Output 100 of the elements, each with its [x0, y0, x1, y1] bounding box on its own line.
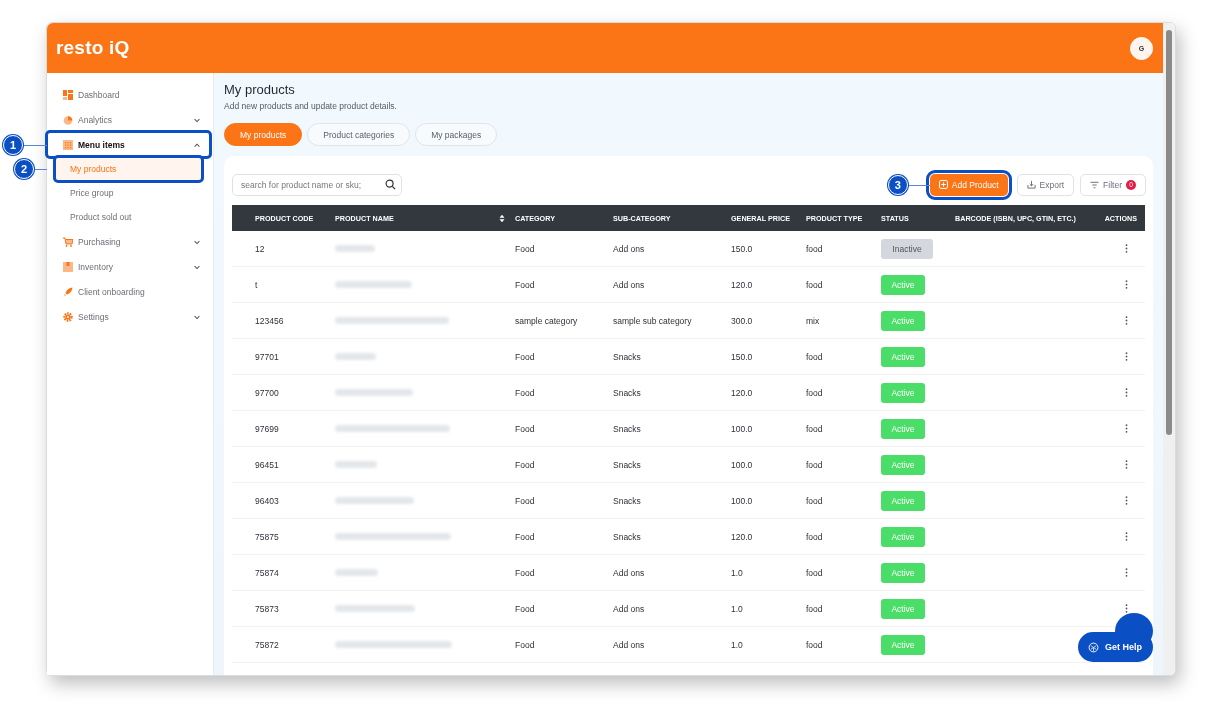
sub-category-cell: Snacks [613, 387, 641, 398]
leader-line [32, 169, 47, 170]
product-type-cell: food [806, 495, 823, 506]
price-cell: 1.0 [731, 603, 743, 614]
price-cell: 120.0 [731, 279, 753, 290]
category-cell: Food [515, 387, 535, 398]
gear-icon [63, 311, 73, 322]
product-code: 97701 [255, 351, 279, 362]
sidebar-item[interactable]: Purchasing [47, 229, 210, 254]
status-badge: Active [881, 310, 925, 331]
sidebar-item[interactable]: Inventory [47, 254, 210, 279]
submenu-item[interactable]: Product sold out [55, 205, 202, 229]
step-number-badge: 1 [3, 134, 23, 155]
plus-square-icon [938, 180, 948, 189]
search-icon [385, 178, 396, 190]
tab[interactable]: Product categories [307, 123, 411, 146]
category-cell: Food [515, 423, 535, 434]
sub-category-cell: Add ons [613, 567, 645, 578]
sidebar-item[interactable]: Client onboarding [47, 279, 210, 304]
category-cell: Food [515, 603, 535, 614]
more-options-icon[interactable] [1123, 242, 1130, 255]
product-code: 123456 [255, 315, 284, 326]
product-code: t [255, 279, 258, 290]
status-badge: Active [881, 634, 925, 655]
price-cell: 1.0 [731, 567, 743, 578]
price-cell: 150.0 [731, 243, 753, 254]
product-code: 96451 [255, 459, 279, 470]
sub-category-cell: Snacks [613, 459, 641, 470]
sidebar-item[interactable]: Dashboard [47, 82, 210, 107]
export-button[interactable]: Export [1016, 173, 1075, 196]
download-icon [1026, 180, 1036, 189]
price-cell: 100.0 [731, 459, 753, 470]
pie-chart-icon [63, 114, 73, 125]
product-code: 12 [255, 243, 265, 254]
status-badge: Inactive [881, 238, 933, 259]
step-number-badge: 2 [14, 159, 34, 179]
product-type-cell: food [806, 603, 823, 614]
product-code: 75874 [255, 567, 279, 578]
product-type-cell: food [806, 387, 823, 398]
dashboard-icon [63, 89, 73, 100]
scrollbar[interactable] [1166, 30, 1172, 435]
sidebar-item[interactable]: Menu items [47, 132, 210, 157]
more-options-icon[interactable] [1123, 494, 1130, 507]
get-help-button[interactable]: Get Help [1078, 632, 1153, 662]
sub-category-cell: Snacks [613, 351, 641, 362]
sub-category-cell: Snacks [613, 423, 641, 434]
more-options-icon[interactable] [1123, 530, 1130, 543]
rocket-icon [63, 286, 73, 297]
submenu-item[interactable]: Price group [55, 181, 202, 205]
more-options-icon[interactable] [1123, 386, 1130, 399]
more-options-icon[interactable] [1123, 350, 1130, 363]
status-badge: Active [881, 526, 925, 547]
price-cell: 150.0 [731, 351, 753, 362]
status-badge: Active [881, 274, 925, 295]
sub-category-cell: Add ons [613, 243, 645, 254]
more-options-icon[interactable] [1123, 422, 1130, 435]
status-badge: Active [881, 490, 925, 511]
search-field[interactable]: search for product name or sku; [232, 173, 402, 196]
sort-icon[interactable] [499, 213, 505, 223]
more-options-icon[interactable] [1123, 278, 1130, 291]
price-cell: 100.0 [731, 423, 753, 434]
sub-category-cell: sample sub category [613, 315, 692, 326]
product-type-cell: food [806, 459, 823, 470]
blurred-name [335, 461, 377, 468]
product-code: 97699 [255, 423, 279, 434]
sidebar-item[interactable]: Analytics [47, 107, 210, 132]
box-icon [63, 261, 73, 272]
product-code: 75872 [255, 639, 279, 650]
product-type-cell: food [806, 279, 823, 290]
step-number-badge: 3 [887, 174, 908, 195]
blurred-name [335, 245, 375, 252]
category-cell: Food [515, 639, 535, 650]
product-code: 97700 [255, 387, 279, 398]
app-logo: resto iQ [56, 37, 130, 59]
status-badge: Active [881, 562, 925, 583]
sub-category-cell: Add ons [613, 279, 645, 290]
page-title: My products [224, 82, 296, 98]
tab[interactable]: My packages [415, 123, 498, 146]
grid-icon [63, 139, 73, 150]
price-cell: 300.0 [731, 315, 753, 326]
status-badge: Active [881, 382, 925, 403]
sidebar-item[interactable]: Settings [47, 304, 210, 329]
product-code: 75873 [255, 603, 279, 614]
more-options-icon[interactable] [1123, 458, 1130, 471]
more-options-icon[interactable] [1123, 602, 1130, 615]
category-cell: Food [515, 243, 535, 254]
price-cell: 120.0 [731, 531, 753, 542]
product-type-cell: food [806, 243, 823, 254]
page-subtitle: Add new products and update product details. [224, 101, 398, 111]
more-options-icon[interactable] [1123, 314, 1130, 327]
product-type-cell: food [806, 531, 823, 542]
category-cell: Food [515, 279, 535, 290]
more-options-icon[interactable] [1123, 566, 1130, 579]
blurred-name [335, 569, 378, 576]
sub-category-cell: Snacks [613, 531, 641, 542]
price-cell: 1.0 [731, 639, 743, 650]
category-cell: Food [515, 351, 535, 362]
sub-category-cell: Snacks [613, 495, 641, 506]
brain-icon [1088, 641, 1099, 653]
product-type-cell: food [806, 351, 823, 362]
